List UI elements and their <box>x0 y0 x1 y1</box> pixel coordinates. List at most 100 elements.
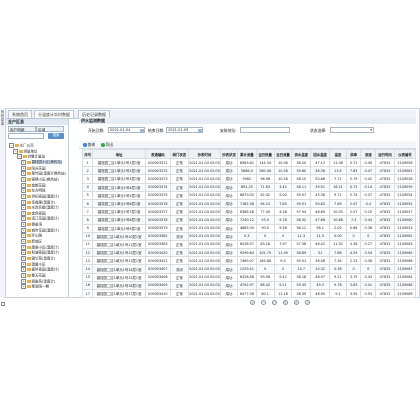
table-row[interactable]: 1 碧桂园二区1单元1号1层1室 000003371 正常 2021-01-04 02:… <box>81 157 417 168</box>
column-header[interactable]: 表通编码 <box>144 149 171 159</box>
table-row[interactable]: 6 碧桂园二区1单元1号6层1室 000003376 正常 2021-01-04 02:… <box>81 198 417 209</box>
table-row[interactable]: 11 碧桂园二区1单元1号11层1室 000003383 正常 2021-01-04 0… <box>81 239 417 250</box>
table-cell: 9299.64 <box>236 248 257 258</box>
expand-icon[interactable]: + <box>21 165 26 171</box>
table-row[interactable]: 14 碧桂园二区1单元1号14层1室 000003407 关闭 2021-01-04 0… <box>81 264 417 274</box>
expand-icon[interactable]: + <box>21 222 26 228</box>
edit-icon[interactable]: ✎ <box>283 300 288 305</box>
expand-icon[interactable]: + <box>21 159 26 165</box>
expand-icon[interactable]: + <box>21 239 26 245</box>
table-cell: 47833 <box>375 215 395 225</box>
table-row[interactable]: 3 碧桂园二区1单元1号3层1室 000003373 正常 2021-01-04 02:… <box>81 174 417 184</box>
table-row[interactable]: 8 碧桂园二区1单元1号8层1室 000003378 正常 2021-01-04 02:… <box>81 215 417 225</box>
column-header[interactable]: 抄表状态 <box>220 149 238 159</box>
calendar-icon[interactable] <box>198 128 202 132</box>
column-header[interactable]: 流速 <box>360 149 377 159</box>
table-row[interactable]: 7 碧桂园二区1单元1号7层1室 000003377 正常 2021-01-04 02:… <box>81 207 417 217</box>
tab-history[interactable]: 历史记录数据 <box>78 110 110 118</box>
expand-icon[interactable]: + <box>21 193 26 199</box>
table-row[interactable]: 15 碧桂园二区1单元1号15层1室 000003408 正常 2021-01-04 0… <box>81 272 417 282</box>
state-select[interactable]: ▾ <box>330 127 374 133</box>
table-cell: 47.12 <box>310 157 331 168</box>
start-date-value: 2021-01-04 <box>110 128 131 132</box>
expand-icon[interactable]: + <box>21 176 26 182</box>
expand-icon[interactable]: + <box>21 205 26 211</box>
query-button[interactable]: 查询 <box>83 142 95 147</box>
table-row[interactable]: 16 碧桂园二区1单元1号16层1室 000003409 正常 2021-01-04 0… <box>81 280 417 291</box>
column-header[interactable]: 序号 <box>81 149 94 159</box>
pen-icon[interactable]: ✐ <box>294 300 299 305</box>
fit-icon[interactable]: ○ <box>272 300 277 305</box>
column-header[interactable]: 抄表时间 <box>187 149 222 159</box>
table-cell: 成功 <box>220 166 238 176</box>
expand-icon[interactable]: + <box>21 216 26 222</box>
zoom-out-icon[interactable]: − <box>261 300 266 305</box>
left-search-input[interactable] <box>8 133 44 139</box>
table-cell: 9.00 <box>273 190 293 200</box>
table-cell: 7.69 <box>329 198 347 209</box>
expand-icon[interactable]: + <box>21 261 26 267</box>
table-cell: 2109063 <box>393 239 417 250</box>
collapse-icon[interactable]: − <box>13 148 18 154</box>
address-input[interactable] <box>240 127 290 133</box>
left-tab-area[interactable]: 区域 <box>36 126 64 132</box>
table-row[interactable]: 17 碧桂园二区1单元1号17层1室 000003410 正常 2021-01-04 0… <box>81 288 417 299</box>
column-header[interactable]: 阀门状态 <box>169 149 189 159</box>
table-cell: 7.85 <box>273 198 293 209</box>
left-tab-users[interactable]: 用户明细 <box>8 126 36 132</box>
expand-icon[interactable]: + <box>21 284 26 290</box>
expand-icon[interactable]: + <box>21 256 26 261</box>
table-cell: 3.75 <box>345 272 362 282</box>
column-header[interactable]: 供率 <box>345 149 362 159</box>
table-cell: 2109064 <box>393 272 417 282</box>
expand-icon[interactable]: + <box>21 250 26 256</box>
expand-icon[interactable]: + <box>21 233 26 239</box>
table-cell: 碧桂园二区1单元1号3层1室 <box>92 174 146 184</box>
column-header[interactable]: 累计流量 <box>236 149 257 159</box>
column-header[interactable]: 地址 <box>92 149 146 159</box>
end-date-field[interactable]: 2021-01-05 <box>166 127 203 133</box>
expand-icon[interactable]: + <box>21 278 26 284</box>
table-cell: 2109054 <box>393 190 417 200</box>
table-row[interactable]: 12 碧桂园二区1单元1号12层1室 000003420 正常 2021-01-04 0… <box>81 248 417 258</box>
expand-icon[interactable]: + <box>21 210 26 216</box>
table-cell: 59.57 <box>291 190 312 200</box>
table-cell: 57.94 <box>291 207 312 217</box>
expand-icon[interactable]: + <box>21 267 26 273</box>
column-header[interactable]: 当日流量 <box>273 149 293 159</box>
share-icon[interactable]: ↗ <box>305 300 310 305</box>
expand-icon[interactable]: + <box>21 188 26 194</box>
table-cell: 正常 <box>169 256 189 266</box>
column-header[interactable]: 当日热量 <box>255 149 275 159</box>
expand-icon[interactable]: + <box>21 272 26 278</box>
expand-icon[interactable]: + <box>21 227 26 233</box>
column-header[interactable]: 回水温度 <box>310 149 331 159</box>
expand-icon[interactable]: + <box>21 244 26 250</box>
expand-icon[interactable]: + <box>21 182 26 188</box>
table-row[interactable]: 4 碧桂园二区1单元1号4层1室 000003374 正常 2021-01-04 02:… <box>81 182 417 192</box>
tab-realtime[interactable]: 分温度计实时数据 <box>34 110 74 118</box>
collapse-icon[interactable]: − <box>9 143 14 148</box>
collapse-icon[interactable]: − <box>17 154 22 160</box>
export-button[interactable]: 导出 <box>101 142 113 147</box>
zoom-in-icon[interactable]: + <box>250 300 255 305</box>
tree-item[interactable]: + 翠湖湾一期 <box>21 284 49 290</box>
table-row[interactable]: 9 碧桂园二区1单元1号9层1室 000003379 正常 2021-01-04 02:… <box>81 223 417 233</box>
column-header[interactable]: 温差 <box>329 149 347 159</box>
column-header[interactable]: 仪表编号 <box>393 149 417 159</box>
expand-icon[interactable]: + <box>21 199 26 205</box>
table-row[interactable]: 13 碧桂园二区1单元1号13层1室 000003421 正常 2021-01-04 0… <box>81 256 417 266</box>
table-cell: 7.34 <box>329 256 347 266</box>
table-cell: 7165.36 <box>236 198 257 209</box>
column-header[interactable]: 供水温度 <box>291 149 312 159</box>
column-header[interactable]: 运行时间 <box>375 149 395 159</box>
table-row[interactable]: 5 碧桂园二区1单元1号5层1室 000003375 正常 2021-01-04 02:… <box>81 190 417 200</box>
collapse-icon[interactable] <box>1 302 5 306</box>
table-row[interactable]: 2 碧桂园二区1单元1号2层1室 000003372 正常 2021-01-04 02:… <box>81 166 417 176</box>
expand-icon[interactable]: + <box>21 171 26 177</box>
left-search-button[interactable]: 搜索 <box>48 133 64 139</box>
start-date-field[interactable]: 2021-01-04 <box>108 127 145 133</box>
tab-home[interactable]: 系统首页 <box>8 110 32 118</box>
table-row[interactable]: 10 碧桂园二区1单元1号10层1室 000003382 关闭 2021-01-04 0… <box>81 231 417 241</box>
calendar-icon[interactable] <box>140 128 144 132</box>
